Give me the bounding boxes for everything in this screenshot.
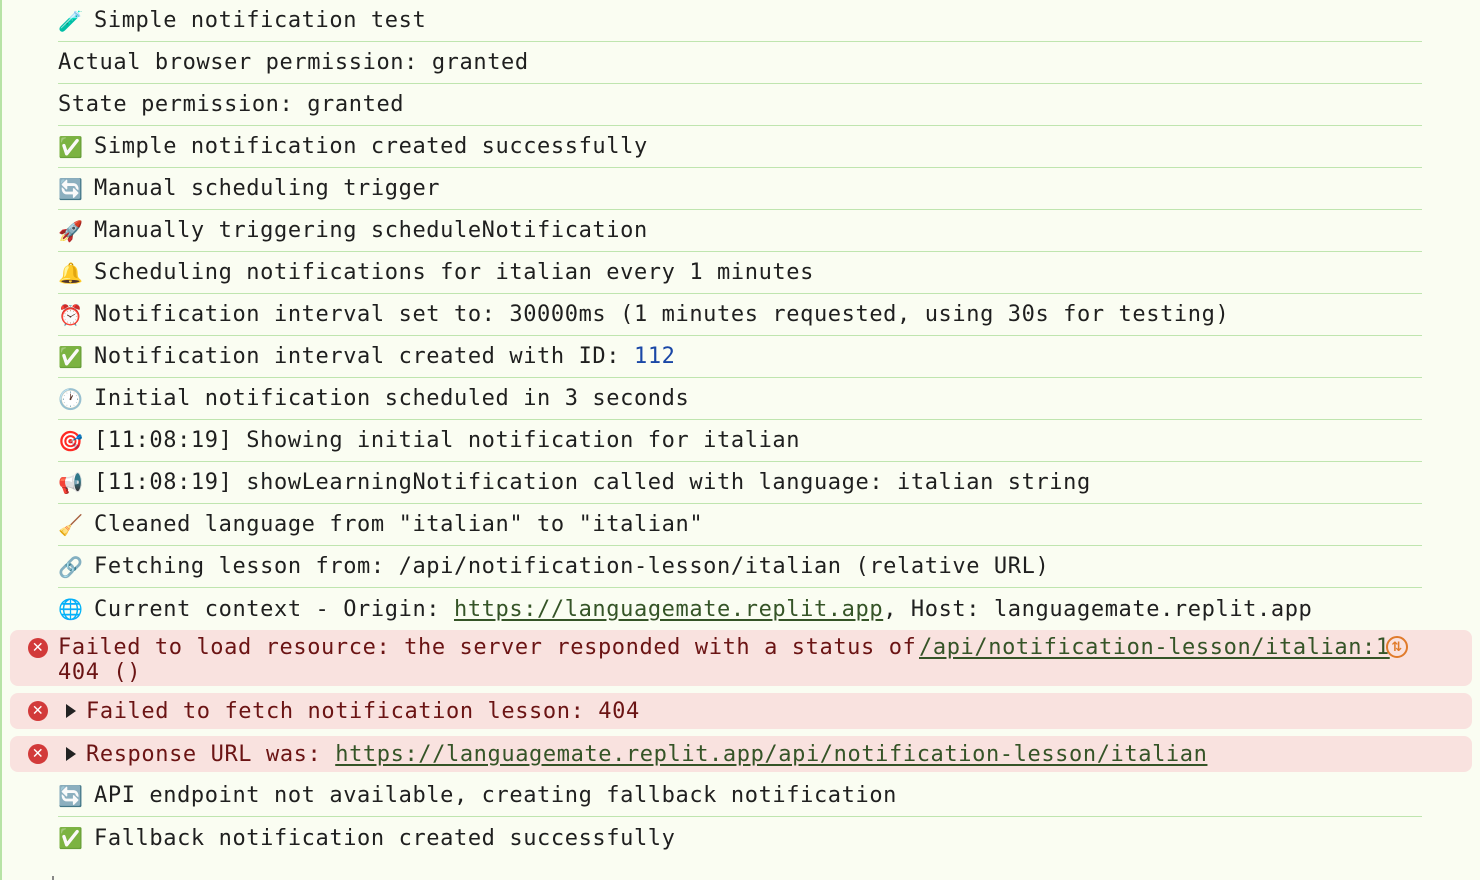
log-message: Current context - Origin: (94, 596, 454, 622)
error-icon: ✕ (28, 701, 48, 721)
refresh-icon: 🔄 (58, 176, 84, 201)
log-message: Initial notification scheduled in 3 seco… (94, 386, 690, 411)
log-row: 🕐 Initial notification scheduled in 3 sec… (58, 378, 1422, 420)
error-row: ✕ Failed to load resource: the server re… (10, 630, 1472, 686)
target-icon: 🎯 (58, 428, 84, 453)
log-message: Notification interval created with ID: (94, 344, 634, 369)
log-row: State permission: granted (58, 84, 1422, 126)
error-source-link[interactable]: /api/notification-lesson/italian:1 (919, 635, 1390, 660)
log-row: 🔄 Manual scheduling trigger (58, 168, 1422, 210)
log-row: 🔗 Fetching lesson from: /api/notification… (58, 546, 1422, 588)
log-row: 🚀 Manually triggering scheduleNotificatio… (58, 210, 1422, 252)
timer-icon: 🕐 (58, 386, 84, 411)
megaphone-icon: 📢 (58, 470, 84, 495)
error-message: Response URL was: (86, 741, 336, 767)
error-message: Failed to load resource: the server resp… (58, 635, 917, 685)
log-message: Manually triggering scheduleNotification (94, 218, 648, 243)
log-message: Cleaned language from "italian" to "ital… (94, 512, 704, 537)
origin-link[interactable]: https://languagemate.replit.app (454, 597, 883, 622)
log-message-suffix: , Host: languagemate.replit.app (883, 596, 1313, 622)
log-row: ✅ Fallback notification created successfu… (58, 817, 1422, 859)
log-row: 🔔 Scheduling notifications for italian ev… (58, 252, 1422, 294)
log-row: Actual browser permission: granted (58, 42, 1422, 84)
log-row: ⏰ Notification interval set to: 30000ms (… (58, 294, 1422, 336)
log-message: Fallback notification created successful… (94, 825, 676, 851)
log-message: [11:08:19] showLearningNotification call… (94, 470, 1091, 495)
interval-id-value: 112 (633, 344, 676, 369)
response-url-link[interactable]: https://languagemate.replit.app/api/noti… (335, 742, 1207, 767)
log-message: Notification interval set to: 30000ms (1… (94, 302, 1230, 327)
log-row: 🧪 Simple notification test (58, 0, 1422, 42)
check-mark-icon: ✅ (58, 134, 84, 159)
error-icon: ✕ (28, 638, 48, 658)
log-message: API endpoint not available, creating fal… (94, 783, 898, 808)
network-request-icon[interactable]: ⇅ (1386, 636, 1408, 658)
log-row: 🔄 API endpoint not available, creating fa… (58, 775, 1422, 817)
log-message: Scheduling notifications for italian eve… (94, 260, 814, 285)
log-row: 📢 [11:08:19] showLearningNotification cal… (58, 462, 1422, 504)
refresh-icon: 🔄 (58, 783, 84, 808)
log-row: 🌐 Current context - Origin: https://langu… (58, 588, 1422, 630)
log-message: State permission: granted (58, 92, 405, 117)
log-row: 🧹 Cleaned language from "italian" to "ita… (58, 504, 1422, 546)
log-message: Simple notification created successfully (94, 134, 648, 159)
link-icon: 🔗 (58, 554, 84, 579)
log-message: Manual scheduling trigger (94, 176, 441, 201)
error-row: ✕ Failed to fetch notification lesson: 4… (10, 693, 1472, 729)
check-mark-icon: ✅ (58, 826, 84, 850)
expand-triangle-icon[interactable] (66, 704, 76, 718)
globe-icon: 🌐 (58, 597, 84, 621)
log-message: [11:08:19] Showing initial notification … (94, 428, 801, 453)
log-row: ✅ Simple notification created successfull… (58, 126, 1422, 168)
error-icon: ✕ (28, 744, 48, 764)
bell-icon: 🔔 (58, 260, 84, 285)
console-log: 🧪 Simple notification test Actual browser… (0, 0, 1480, 859)
error-message: Failed to fetch notification lesson: 404 (86, 698, 640, 724)
check-mark-icon: ✅ (58, 344, 84, 369)
test-tube-icon: 🧪 (58, 8, 84, 33)
broom-icon: 🧹 (58, 512, 84, 537)
log-row: 🎯 [11:08:19] Showing initial notification… (58, 420, 1422, 462)
log-message: Simple notification test (94, 8, 427, 33)
expand-triangle-icon[interactable] (66, 747, 76, 761)
log-message: Fetching lesson from: /api/notification-… (94, 554, 1050, 579)
console-prompt-caret[interactable] (52, 876, 54, 880)
alarm-clock-icon: ⏰ (58, 302, 84, 327)
error-row: ✕ Response URL was: https://languagemate… (10, 736, 1472, 772)
rocket-icon: 🚀 (58, 218, 84, 243)
log-message: Actual browser permission: granted (58, 50, 529, 75)
log-row: ✅ Notification interval created with ID: … (58, 336, 1422, 378)
